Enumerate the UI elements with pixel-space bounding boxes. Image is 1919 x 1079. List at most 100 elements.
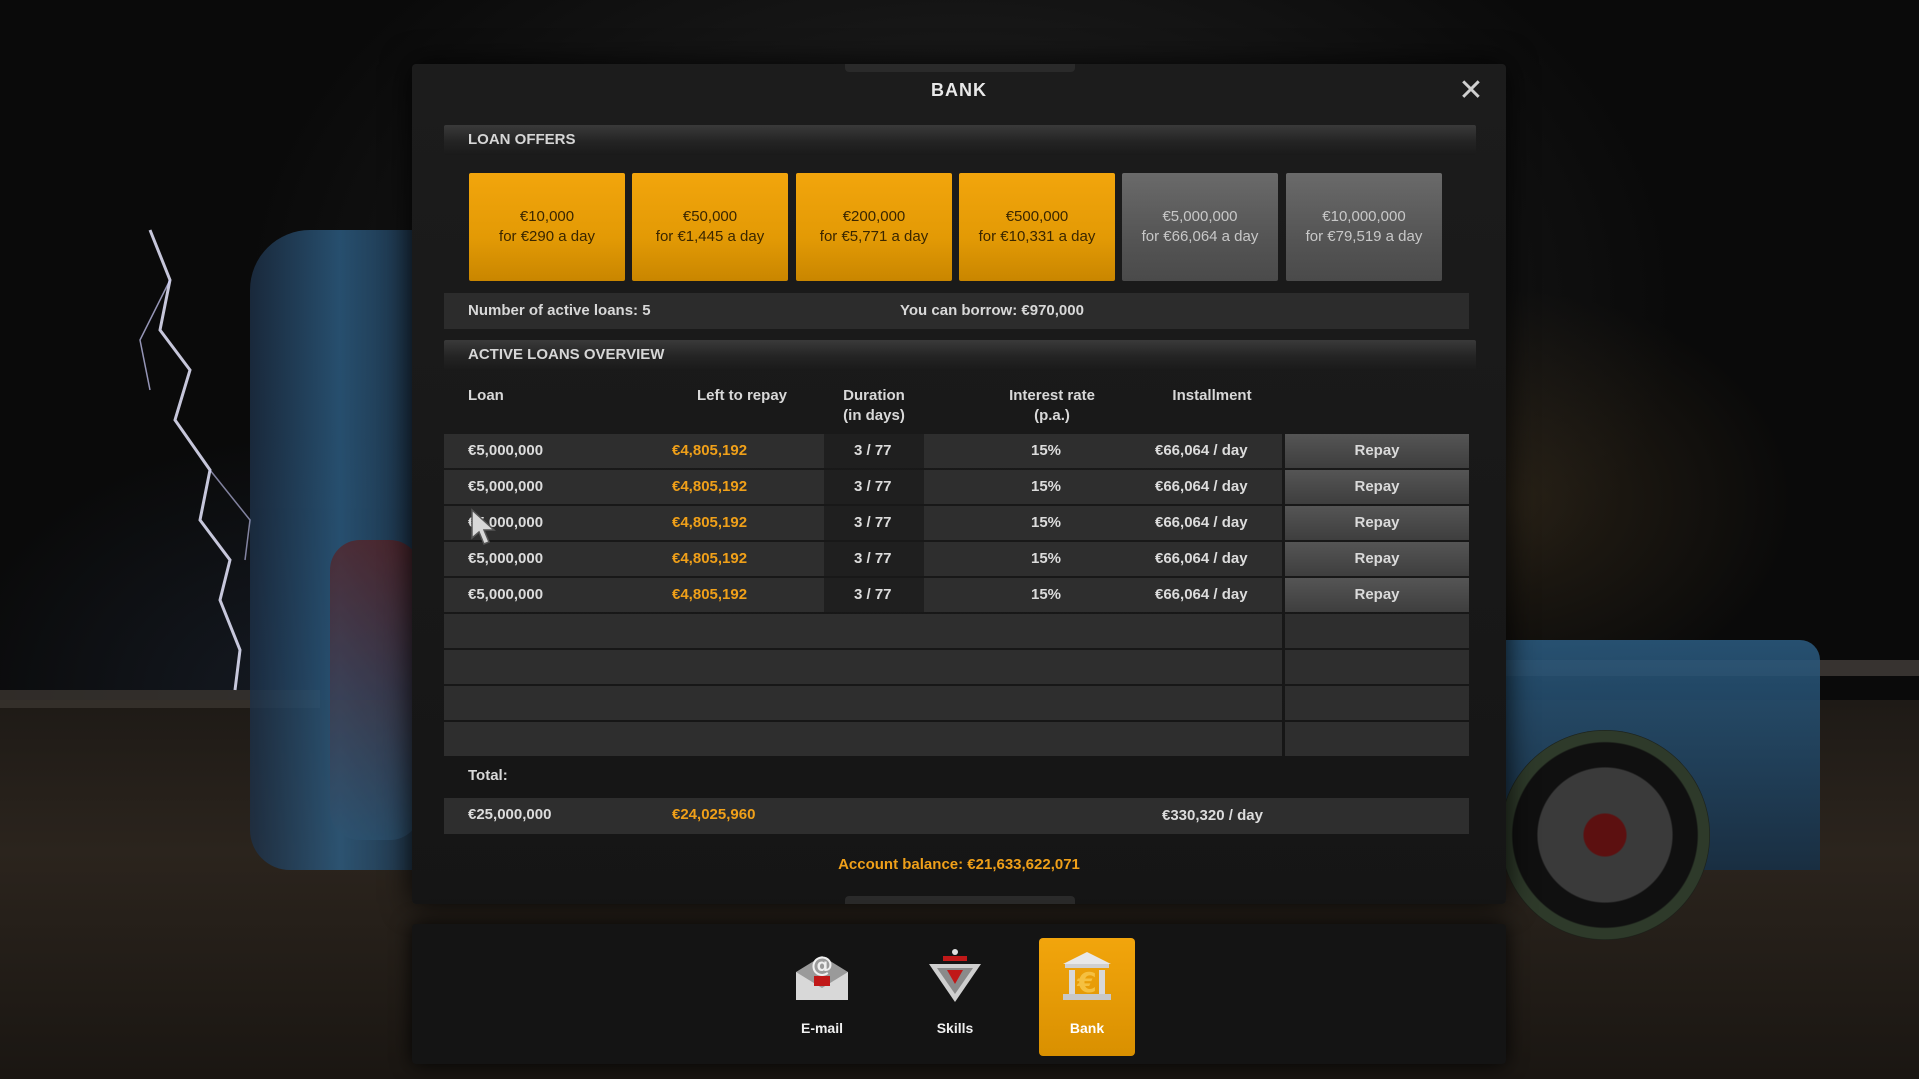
repay-button[interactable]: Repay: [1285, 506, 1469, 540]
bottom-dock: @ E-mail Skills € Bank: [412, 924, 1506, 1064]
loan-offer-amount: €10,000: [519, 208, 575, 225]
close-icon[interactable]: ✕: [1456, 76, 1486, 106]
svg-text:@: @: [811, 953, 833, 978]
duration: 3 / 77: [854, 586, 892, 603]
left-to-repay: €4,805,192: [672, 550, 748, 567]
loan-offer-rate: for €1,445 a day: [655, 228, 765, 245]
duration: 3 / 77: [854, 550, 892, 567]
row-background: [444, 722, 1282, 756]
loan-offer-amount: €200,000: [842, 208, 906, 225]
column-installment: Installment: [1172, 387, 1252, 404]
repay-button[interactable]: Repay: [1285, 542, 1469, 576]
duration: 3 / 77: [854, 442, 892, 459]
interest-rate: 15%: [1031, 478, 1062, 495]
skills-icon: [929, 949, 981, 1002]
duration: 3 / 77: [854, 514, 892, 531]
account-balance: Account balance: €21,633,622,071: [838, 856, 1080, 873]
loan-info-bar: Number of active loans: 5 You can borrow…: [444, 293, 1469, 329]
active-loans-count: Number of active loans: 5: [468, 302, 651, 319]
column-interest-line2: (p.a.): [1034, 407, 1070, 424]
loan-offer-button[interactable]: €10,000,000 for €79,519 a day: [1286, 173, 1442, 281]
dock-bank[interactable]: € Bank: [1039, 938, 1135, 1056]
dock-email-label: E-mail: [800, 1020, 843, 1036]
column-interest-line1: Interest rate: [1009, 387, 1095, 404]
column-loan: Loan: [468, 387, 504, 404]
active-loans-header: ACTIVE LOANS OVERVIEW: [444, 340, 1476, 370]
loan-offer-rate: for €66,064 a day: [1141, 228, 1259, 245]
total-loan: €25,000,000: [468, 806, 552, 823]
lightning-icon: [139, 229, 251, 691]
row-background: [444, 614, 1282, 648]
loan-offer-rate: for €290 a day: [499, 228, 595, 245]
loan-offer-amount: €10,000,000: [1322, 208, 1406, 225]
email-icon: @: [796, 953, 848, 1000]
dock-email[interactable]: @ E-mail: [774, 938, 870, 1056]
loan-offer-rate: for €10,331 a day: [978, 228, 1096, 245]
loan-row: €5,000,000 €4,805,192 3 / 77 15% €66,064 / d…: [444, 434, 1469, 468]
loan-offers: €10,000 for €290 a day €50,000 for €1,445 a…: [469, 173, 1449, 281]
bank-window: BANK ✕ LOAN OFFERS €10,000 for €290 a day…: [412, 64, 1506, 904]
loan-offer-rate: for €79,519 a day: [1305, 228, 1423, 245]
loan-offer-amount: €5,000,000: [1162, 208, 1238, 225]
loan-offer-amount: €500,000: [1005, 208, 1069, 225]
window-title: BANK: [931, 80, 987, 100]
bank-icon: €: [1063, 952, 1111, 1000]
loan-amount: €5,000,000: [468, 478, 544, 495]
dock-skills-label: Skills: [936, 1020, 974, 1036]
svg-text:€: €: [1076, 966, 1096, 999]
total-label: Total:: [468, 767, 508, 784]
loan-offer-button[interactable]: €10,000 for €290 a day: [469, 173, 625, 281]
column-duration-line1: Duration: [843, 387, 905, 404]
window-bottom-tab: [845, 896, 1075, 904]
loan-row: €5,000,000 €4,805,192 3 / 77 15% €66,064 / d…: [444, 578, 1469, 612]
installment: €66,064 / day: [1155, 586, 1248, 603]
left-to-repay: €4,805,192: [672, 586, 748, 603]
empty-action-slot: [1285, 614, 1469, 648]
total-installment: €330,320 / day: [1162, 807, 1263, 824]
window-top-tab: [845, 64, 1075, 72]
dock-skills[interactable]: Skills: [907, 938, 1003, 1056]
total-row: €25,000,000 €24,025,960 €330,320 / day: [444, 798, 1469, 834]
installment: €66,064 / day: [1155, 550, 1248, 567]
column-duration: Duration (in days): [824, 386, 924, 426]
loan-row: €5,000,000 €4,805,192 3 / 77 15% €66,064 / d…: [444, 470, 1469, 504]
repay-button[interactable]: Repay: [1285, 470, 1469, 504]
duration: 3 / 77: [854, 478, 892, 495]
loan-offer-button[interactable]: €5,000,000 for €66,064 a day: [1122, 173, 1278, 281]
column-interest-rate: Interest rate (p.a.): [982, 386, 1122, 426]
repay-button[interactable]: Repay: [1285, 578, 1469, 612]
loan-offer-button[interactable]: €500,000 for €10,331 a day: [959, 173, 1115, 281]
loan-offer-amount: €50,000: [682, 208, 738, 225]
repay-button[interactable]: Repay: [1285, 434, 1469, 468]
column-left-to-repay: Left to repay: [696, 387, 787, 404]
truck-wheel: [1500, 730, 1710, 940]
loan-offers-header: LOAN OFFERS: [444, 125, 1476, 155]
total-left-to-repay: €24,025,960: [672, 806, 756, 823]
interest-rate: 15%: [1031, 514, 1062, 531]
loan-offer-button[interactable]: €200,000 for €5,771 a day: [796, 173, 952, 281]
dock-bank-label: Bank: [1069, 1020, 1105, 1036]
interest-rate: 15%: [1031, 586, 1062, 603]
column-duration-line2: (in days): [843, 407, 905, 424]
row-background: [444, 686, 1282, 720]
empty-loan-slot: [444, 614, 1469, 648]
loan-row: €5,000,000 €4,805,192 3 / 77 15% €66,064 / d…: [444, 506, 1469, 540]
left-to-repay: €4,805,192: [672, 514, 748, 531]
left-to-repay: €4,805,192: [672, 478, 748, 495]
loan-offer-rate: for €5,771 a day: [819, 228, 929, 245]
empty-action-slot: [1285, 650, 1469, 684]
loan-offer-button[interactable]: €50,000 for €1,445 a day: [632, 173, 788, 281]
empty-action-slot: [1285, 686, 1469, 720]
mouse-cursor-icon: [471, 508, 496, 545]
empty-loan-slot: [444, 650, 1469, 684]
loan-row: €5,000,000 €4,805,192 3 / 77 15% €66,064 / d…: [444, 542, 1469, 576]
installment: €66,064 / day: [1155, 478, 1248, 495]
empty-loan-slot: [444, 686, 1469, 720]
interest-rate: 15%: [1031, 550, 1062, 567]
empty-action-slot: [1285, 722, 1469, 756]
installment: €66,064 / day: [1155, 514, 1248, 531]
empty-loan-slot: [444, 722, 1469, 756]
borrow-limit: You can borrow: €970,000: [900, 302, 1084, 319]
installment: €66,064 / day: [1155, 442, 1248, 459]
interest-rate: 15%: [1031, 442, 1062, 459]
